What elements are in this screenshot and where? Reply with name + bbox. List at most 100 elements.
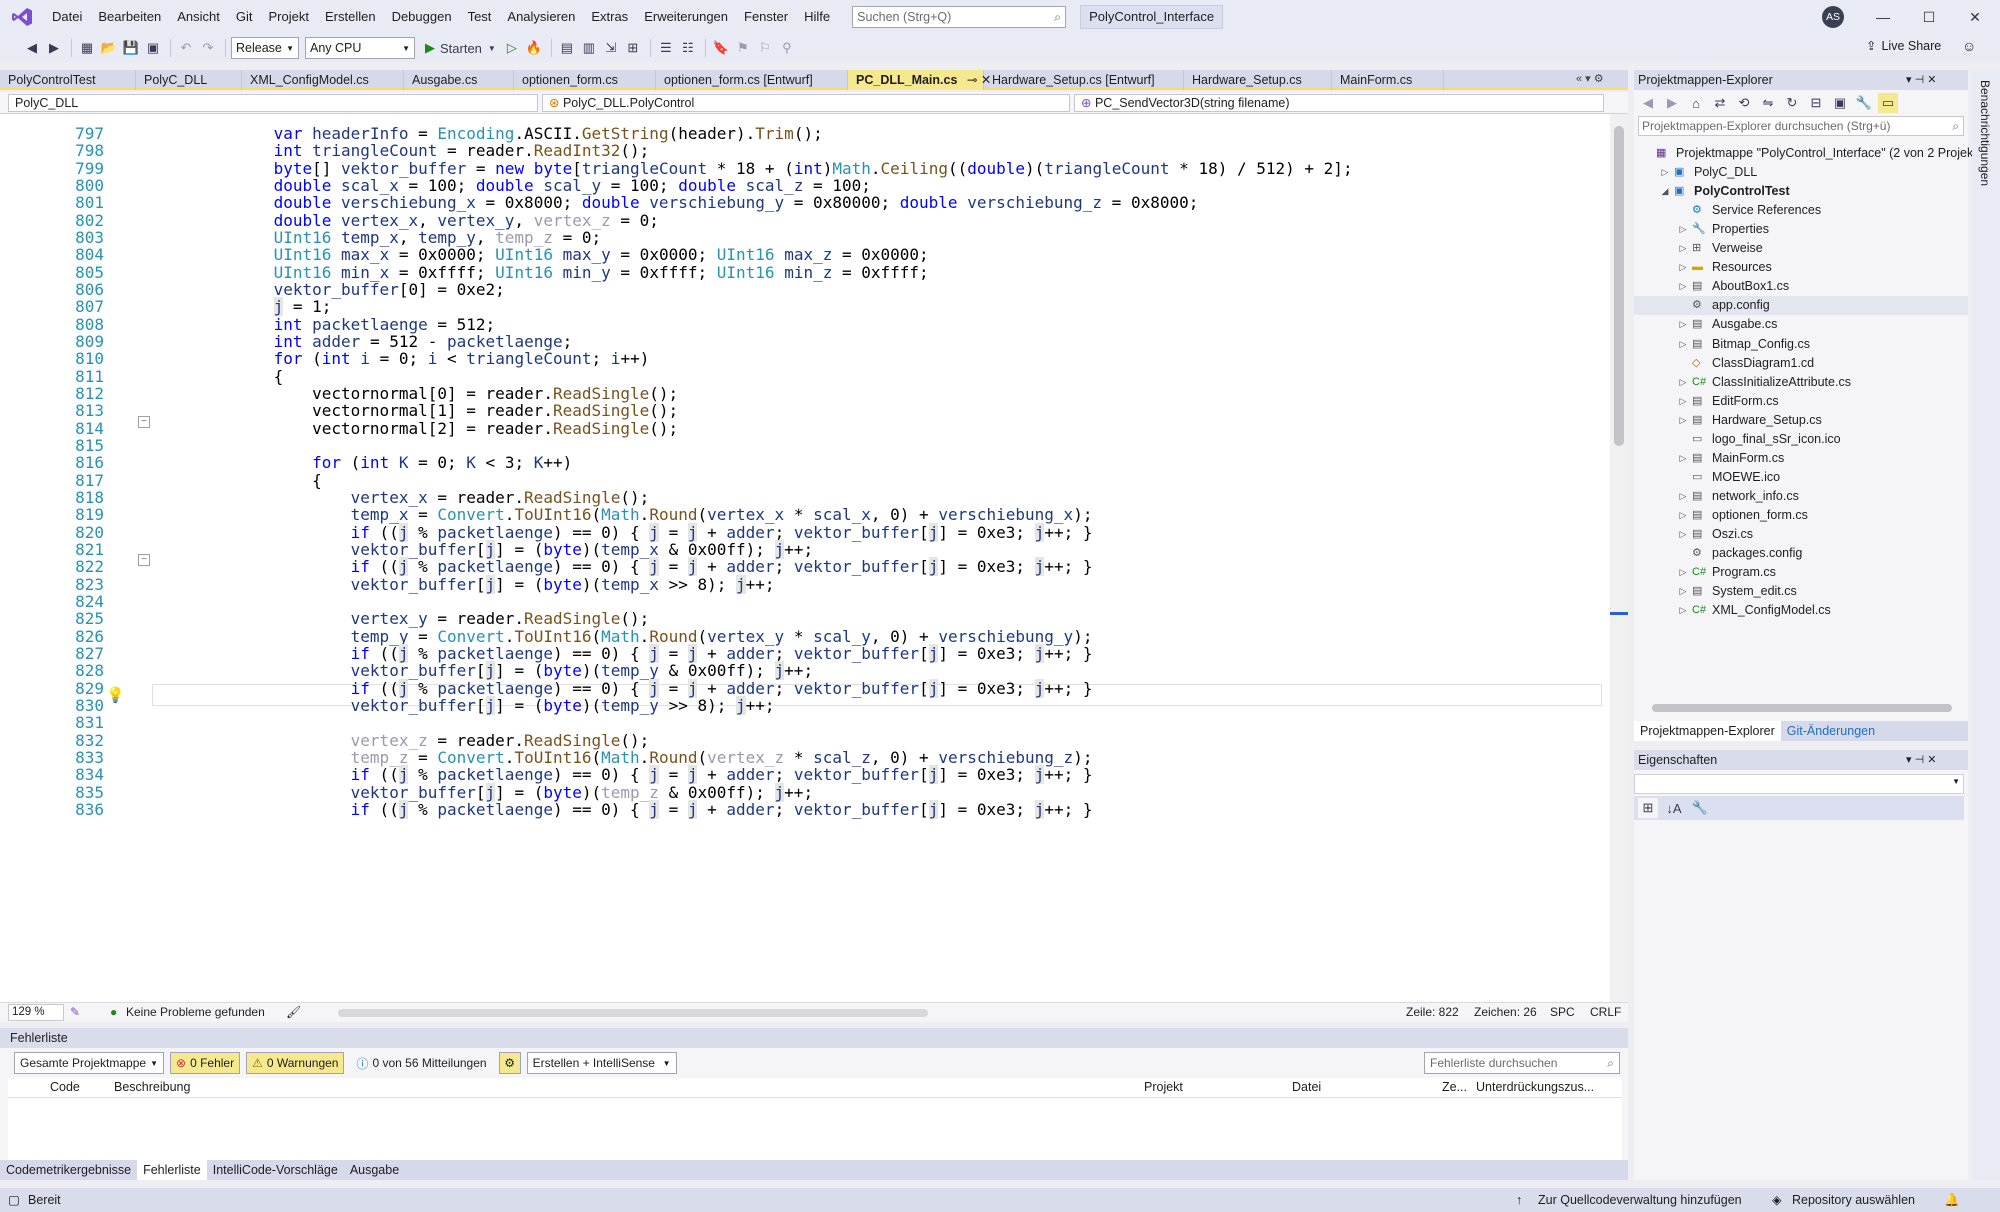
member-dropdown[interactable]: ⊕ PC_SendVector3D(string filename) xyxy=(1074,94,1604,112)
tree-item[interactable]: ⚙ app.config xyxy=(1634,296,1968,316)
preview-icon[interactable]: ▭ xyxy=(1878,93,1898,113)
menu-item-bearbeiten[interactable]: Bearbeiten xyxy=(90,0,169,34)
tab-projektmappen-explorer[interactable]: Projektmappen-Explorer xyxy=(1634,721,1781,741)
start-without-debug-icon[interactable]: ▷ xyxy=(502,38,522,58)
bookmark-prev-icon[interactable]: ⚑ xyxy=(733,38,753,58)
comment-icon[interactable]: ☰ xyxy=(656,38,676,58)
menu-item-datei[interactable]: Datei xyxy=(44,0,90,34)
sync-icon[interactable]: ⇋ xyxy=(1758,93,1778,113)
expand-icon[interactable]: ▷ xyxy=(1678,335,1688,354)
collapse-all-icon[interactable]: ⊟ xyxy=(1806,93,1826,113)
column-project[interactable]: Projekt xyxy=(1144,1080,1183,1094)
tab-1[interactable]: PolyC_DLL xyxy=(136,70,242,90)
tab-2[interactable]: XML_ConfigModel.cs xyxy=(242,70,404,90)
object-select[interactable]: ▼ xyxy=(1634,774,1964,794)
tree-item[interactable]: ◇ ClassDiagram1.cd xyxy=(1634,354,1968,373)
tree-item[interactable]: ▷ ▬ Resources xyxy=(1634,258,1968,277)
tab-fehlerliste[interactable]: Fehlerliste xyxy=(137,1160,207,1180)
start-button[interactable]: ▶ Starten ▼ xyxy=(421,38,500,58)
menu-item-git[interactable]: Git xyxy=(228,0,261,34)
notifications-tab[interactable]: Benachrichtigungen xyxy=(1978,80,1992,186)
expand-icon[interactable]: ▷ xyxy=(1660,163,1670,182)
forward-icon[interactable]: ▶ xyxy=(1662,93,1682,113)
scrollbar-thumb[interactable] xyxy=(1614,126,1624,446)
alphabetical-icon[interactable]: ↓A xyxy=(1664,798,1684,818)
menu-item-extras[interactable]: Extras xyxy=(583,0,636,34)
whitespace-mode[interactable]: SPC xyxy=(1550,1003,1575,1022)
expand-icon[interactable]: ▷ xyxy=(1678,601,1688,620)
menu-item-erstellen[interactable]: Erstellen xyxy=(317,0,384,34)
expand-icon[interactable]: ▷ xyxy=(1678,392,1688,411)
visual-studio-logo-icon[interactable] xyxy=(0,0,44,34)
tab-codemetrikergebnisse[interactable]: Codemetrikergebnisse xyxy=(0,1160,137,1180)
build-filter-select[interactable]: Erstellen + IntelliSense ▼ xyxy=(526,1052,677,1074)
collapse-icon[interactable]: − xyxy=(138,416,150,428)
expand-icon[interactable]: ▷ xyxy=(1678,487,1688,506)
tree-item[interactable]: ▭ logo_final_sSr_icon.ico xyxy=(1634,430,1968,449)
new-item-icon[interactable]: ▦ xyxy=(77,38,97,58)
expand-icon[interactable]: ▷ xyxy=(1678,315,1688,334)
tree-item[interactable]: ▷ ▤ Hardware_Setup.cs xyxy=(1634,411,1968,430)
expand-icon[interactable]: ▷ xyxy=(1678,563,1688,582)
tab-ausgabe[interactable]: Ausgabe xyxy=(344,1160,405,1180)
column-file[interactable]: Datei xyxy=(1292,1080,1321,1094)
column-line[interactable]: Ze... xyxy=(1442,1080,1467,1094)
history-icon[interactable]: ⟲ xyxy=(1734,93,1754,113)
build-filter-icon[interactable]: ⚙ xyxy=(498,1052,521,1074)
avatar[interactable]: AS xyxy=(1822,6,1844,28)
tab-0[interactable]: PolyControlTest xyxy=(0,70,136,90)
tree-item[interactable]: ▷ ▣ PolyC_DLL xyxy=(1634,163,1968,182)
refresh-icon[interactable]: ↻ xyxy=(1782,93,1802,113)
expand-icon[interactable]: ▷ xyxy=(1678,582,1688,601)
tree-item[interactable]: ▷ ▤ network_info.cs xyxy=(1634,487,1968,506)
code-line[interactable]: if ((j % packetlaenge) == 0) { j = j + a… xyxy=(158,799,1092,821)
tree-item[interactable]: ▷ ▤ optionen_form.cs xyxy=(1634,506,1968,525)
expand-icon[interactable]: ▷ xyxy=(1678,525,1688,544)
horizontal-scrollbar-thumb[interactable] xyxy=(338,1009,928,1017)
menu-item-test[interactable]: Test xyxy=(460,0,500,34)
layout-icon[interactable]: ▥ xyxy=(579,38,599,58)
expanded-icon[interactable]: ◢ xyxy=(1660,182,1670,201)
tree-item[interactable]: ⚙ Service References xyxy=(1634,201,1968,220)
uncomment-icon[interactable]: ☷ xyxy=(678,38,698,58)
line-ending[interactable]: CRLF xyxy=(1590,1003,1621,1022)
tree-item[interactable]: ▷ 🔧 Properties xyxy=(1634,220,1968,239)
tab-9[interactable]: MainForm.cs xyxy=(1332,70,1444,90)
bookmark-clear-icon[interactable]: ⚲ xyxy=(777,38,797,58)
tab-4[interactable]: optionen_form.cs xyxy=(514,70,656,90)
minimize-button[interactable]: — xyxy=(1860,0,1906,34)
tab-6[interactable]: PC_DLL_Main.cs ⊸ ✕ xyxy=(848,70,991,90)
platform-select[interactable]: Any CPU ▼ xyxy=(305,37,415,59)
brush-icon[interactable]: 🖌 xyxy=(286,1003,301,1022)
tree-item[interactable]: ▷ C# Program.cs xyxy=(1634,563,1968,582)
undo-icon[interactable]: ↶ xyxy=(176,38,196,58)
vertical-scrollbar[interactable] xyxy=(1610,114,1628,1002)
tree-item[interactable]: ▷ ▤ Bitmap_Config.cs xyxy=(1634,335,1968,354)
back-icon[interactable]: ◀ xyxy=(1638,93,1658,113)
collapse-icon[interactable]: − xyxy=(138,554,150,566)
error-list-search[interactable]: Fehlerliste durchsuchen ⌕ xyxy=(1424,1052,1620,1074)
horizontal-scrollbar-thumb[interactable] xyxy=(1652,704,1952,712)
code-editor[interactable]: 797 798 799 800 801 802 803 804 805 806 807 808 809 8… xyxy=(0,114,1610,1002)
tree-item[interactable]: ▷ ▤ AboutBox1.cs xyxy=(1634,277,1968,296)
tree-item[interactable]: ⚙ packages.config xyxy=(1634,544,1968,563)
menu-item-analysieren[interactable]: Analysieren xyxy=(499,0,583,34)
live-share-button[interactable]: ⇪ Live Share xyxy=(1866,38,1941,54)
warnings-filter-button[interactable]: ⚠ 0 Warnungen xyxy=(246,1052,345,1074)
search-input[interactable]: Suchen (Strg+Q) ⌕ xyxy=(852,6,1067,28)
lightbulb-icon[interactable]: 💡 xyxy=(106,686,125,704)
tree-item[interactable]: ▭ MOEWE.ico xyxy=(1634,468,1968,487)
step-icon[interactable]: ⇲ xyxy=(601,38,621,58)
menu-item-projekt[interactable]: Projekt xyxy=(261,0,317,34)
show-all-files-icon[interactable]: ▣ xyxy=(1830,93,1850,113)
tab-8[interactable]: Hardware_Setup.cs xyxy=(1184,70,1332,90)
back-icon[interactable]: ◀ xyxy=(22,38,42,58)
menu-item-fenster[interactable]: Fenster xyxy=(736,0,796,34)
browser-icon[interactable]: ▤ xyxy=(557,38,577,58)
errors-filter-button[interactable]: ⊗ 0 Fehler xyxy=(170,1052,241,1074)
solution-explorer-search[interactable]: Projektmappen-Explorer durchsuchen (Strg… xyxy=(1638,116,1964,136)
expand-icon[interactable]: ▷ xyxy=(1678,239,1688,258)
tab-intellicode-vorschl-ge[interactable]: IntelliCode-Vorschläge xyxy=(207,1160,344,1180)
notification-bell-icon[interactable]: 🔔 xyxy=(1944,1188,1960,1212)
pane-options-icon[interactable]: ▾ ⊣ ✕ xyxy=(1906,70,1936,90)
